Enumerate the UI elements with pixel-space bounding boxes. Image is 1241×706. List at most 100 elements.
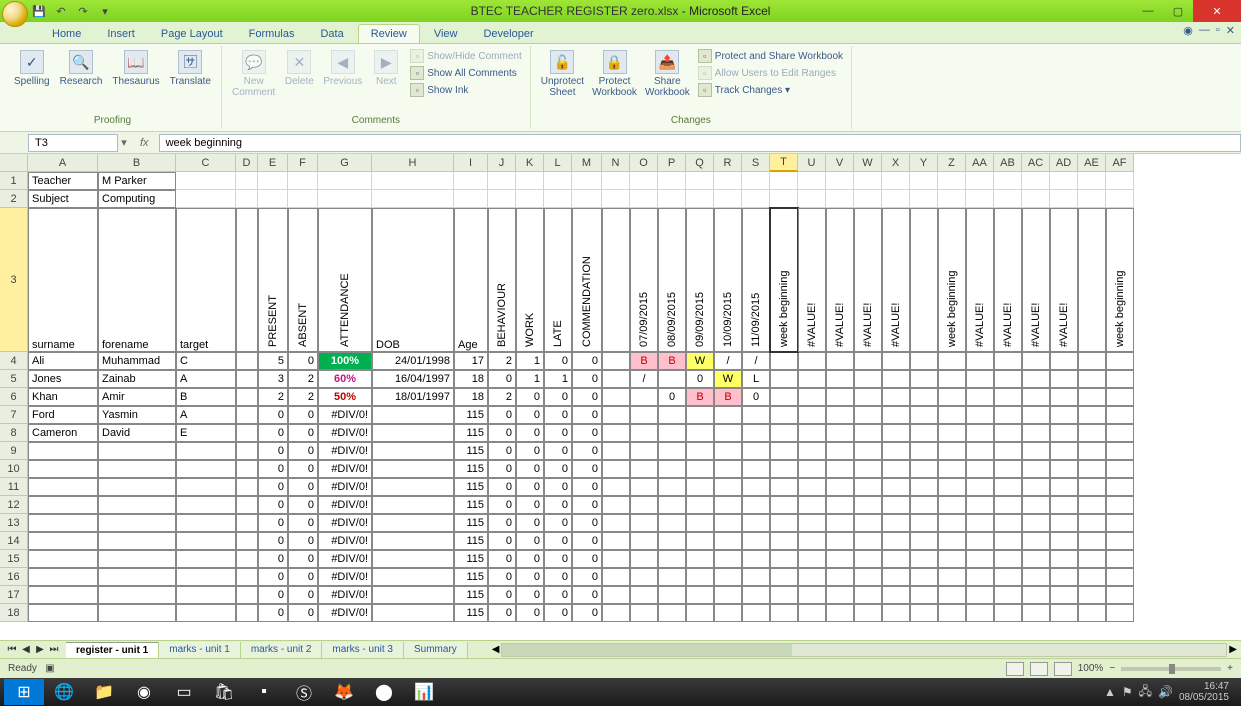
cell[interactable] [798,172,826,190]
cell[interactable]: 2 [288,370,318,388]
cell[interactable] [994,406,1022,424]
cell[interactable]: / [742,352,770,370]
tray-volume-icon[interactable]: 🔊 [1158,685,1173,699]
cell[interactable] [98,442,176,460]
cell[interactable]: LATE [544,208,572,352]
cell[interactable] [372,478,454,496]
tray-network-icon[interactable]: 🖧 [1139,682,1152,703]
cell[interactable] [1106,514,1134,532]
row-header-17[interactable]: 17 [0,586,28,604]
cell[interactable] [602,172,630,190]
cell[interactable] [854,532,882,550]
cell[interactable]: 0 [572,514,602,532]
cell[interactable] [658,496,686,514]
row-header-2[interactable]: 2 [0,190,28,208]
start-button[interactable]: ⊞ [4,679,44,705]
cell[interactable]: #VALUE! [994,208,1022,352]
cell[interactable] [826,586,854,604]
column-header-Q[interactable]: Q [686,154,714,172]
zoom-out-icon[interactable]: − [1109,663,1115,674]
cell[interactable]: #DIV/0! [318,496,372,514]
cell[interactable]: 0 [516,406,544,424]
cell[interactable] [966,442,994,460]
cell[interactable] [1050,460,1078,478]
cell[interactable] [236,478,258,496]
cell[interactable] [938,532,966,550]
cell[interactable]: 115 [454,532,488,550]
cell[interactable]: #VALUE! [798,208,826,352]
spreadsheet-grid[interactable]: ABCDEFGHIJKLMNOPQRSTUVWXYZAAABACADAEAF 1… [0,154,1241,640]
cell[interactable] [602,190,630,208]
cell[interactable]: 0 [572,586,602,604]
cell[interactable] [1050,370,1078,388]
cell[interactable] [98,586,176,604]
cell[interactable] [882,514,910,532]
cell[interactable]: 0 [572,532,602,550]
unprotect-sheet-button[interactable]: 🔓UnprotectSheet [537,48,588,100]
cell[interactable] [98,568,176,586]
cell[interactable] [602,550,630,568]
cell[interactable] [1050,352,1078,370]
cell[interactable] [910,172,938,190]
row-header-13[interactable]: 13 [0,514,28,532]
select-all-button[interactable] [0,154,28,172]
cell[interactable] [770,478,798,496]
cell[interactable] [630,568,658,586]
cell[interactable] [1022,478,1050,496]
cell[interactable] [882,568,910,586]
cell[interactable]: 18 [454,370,488,388]
cell[interactable] [910,586,938,604]
cell[interactable]: #DIV/0! [318,550,372,568]
cell[interactable] [1106,604,1134,622]
cell[interactable] [966,604,994,622]
cell[interactable] [602,388,630,406]
cell[interactable] [686,496,714,514]
column-header-N[interactable]: N [602,154,630,172]
cell[interactable]: 0 [288,514,318,532]
column-header-R[interactable]: R [714,154,742,172]
cell[interactable] [966,568,994,586]
cell[interactable] [28,514,98,532]
column-header-AD[interactable]: AD [1050,154,1078,172]
cell[interactable] [236,172,258,190]
cell[interactable] [798,604,826,622]
cell[interactable]: 0 [488,424,516,442]
cell[interactable]: #DIV/0! [318,568,372,586]
cell[interactable]: 0 [544,550,572,568]
cell[interactable] [658,370,686,388]
cell[interactable] [938,442,966,460]
cell[interactable]: 0 [288,496,318,514]
cell[interactable]: 115 [454,550,488,568]
cell[interactable] [854,478,882,496]
cell[interactable] [938,424,966,442]
column-header-AA[interactable]: AA [966,154,994,172]
cell[interactable]: COMMENDATION [572,208,602,352]
cell[interactable] [826,478,854,496]
cell[interactable] [1078,550,1106,568]
cell[interactable] [1106,406,1134,424]
taskbar-firefox-icon[interactable]: 🦊 [324,679,364,705]
column-header-K[interactable]: K [516,154,544,172]
cell[interactable] [1106,478,1134,496]
ribbon-tab-data[interactable]: Data [308,25,355,43]
row-header-9[interactable]: 9 [0,442,28,460]
cell[interactable]: / [714,352,742,370]
ribbon-tab-developer[interactable]: Developer [471,25,545,43]
cell[interactable] [372,532,454,550]
cell[interactable] [1050,172,1078,190]
row-header-7[interactable]: 7 [0,406,28,424]
cell[interactable] [658,478,686,496]
cell[interactable] [742,496,770,514]
restore-workbook-icon[interactable]: ▫ [1216,24,1220,37]
row-header-3[interactable]: 3 [0,208,28,352]
cell[interactable] [966,514,994,532]
cell[interactable] [1106,172,1134,190]
cell[interactable] [602,568,630,586]
sheet-next-icon[interactable]: ▶ [34,644,46,655]
column-header-P[interactable]: P [658,154,686,172]
cell[interactable] [1078,370,1106,388]
cell[interactable] [798,496,826,514]
taskbar-app1-icon[interactable]: ◉ [124,679,164,705]
cell[interactable]: 0 [544,604,572,622]
zoom-in-icon[interactable]: + [1227,663,1233,674]
